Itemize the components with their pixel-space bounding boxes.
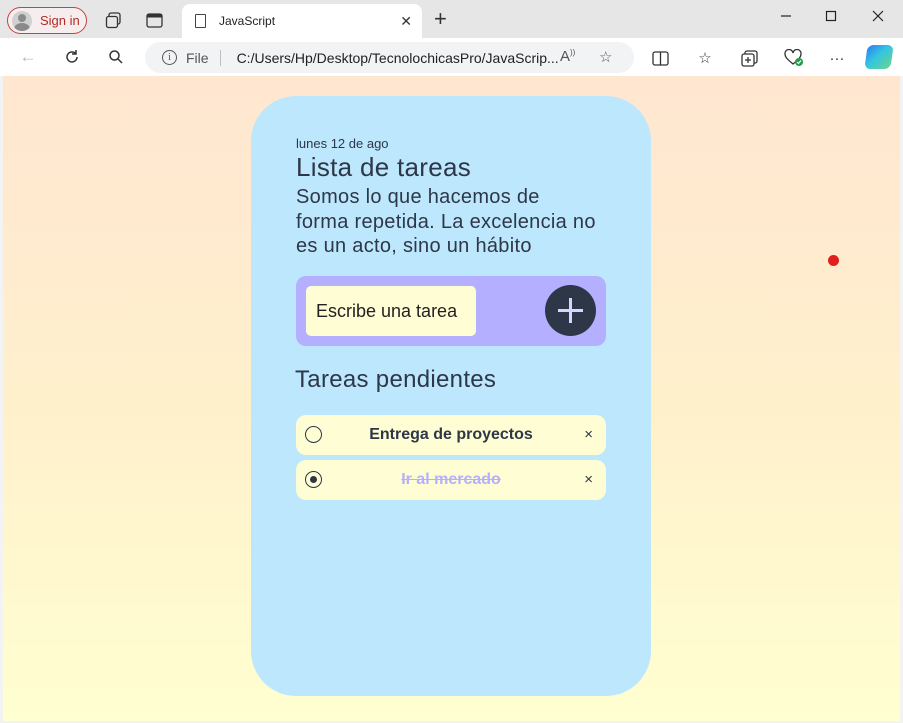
split-screen-icon[interactable]	[649, 47, 671, 69]
task-text: Entrega de proyectos	[369, 426, 533, 443]
close-window-icon[interactable]	[867, 5, 889, 27]
address-url: C:/Users/Hp/Desktop/TecnolochicasPro/Jav…	[236, 49, 559, 66]
task-item: Entrega de proyectos ×	[296, 415, 606, 455]
tab-title: JavaScript	[219, 14, 276, 28]
address-divider	[219, 49, 221, 66]
active-tab[interactable]: JavaScript ✕	[182, 4, 422, 38]
add-task-form	[296, 276, 606, 346]
favorite-star-icon[interactable]: ☆	[599, 48, 612, 66]
more-icon[interactable]: ···	[826, 47, 848, 69]
cursor-indicator-dot	[828, 255, 839, 266]
delete-task-icon[interactable]: ×	[584, 426, 593, 443]
radio-checked-dot	[309, 475, 317, 483]
browser-tab-bar: Sign in JavaScript ✕ +	[0, 0, 903, 38]
address-bar[interactable]: i File C:/Users/Hp/Desktop/Tecnolochicas…	[145, 42, 634, 73]
vertical-tabs-icon[interactable]	[143, 9, 165, 31]
document-icon	[195, 14, 206, 28]
delete-task-icon[interactable]: ×	[584, 471, 593, 488]
task-text-completed: Ir al mercado	[401, 471, 501, 488]
workspaces-icon[interactable]	[102, 9, 124, 31]
page-viewport: lunes 12 de ago Lista de tareas Somos lo…	[3, 76, 900, 721]
browser-toolbar: ← i File C:/Users/Hp/Desktop/Tecnolochic…	[0, 38, 903, 76]
sign-in-button[interactable]: Sign in	[7, 7, 87, 34]
info-icon[interactable]: i	[162, 50, 177, 65]
collections-icon[interactable]	[738, 47, 760, 69]
address-scheme: File	[186, 49, 209, 66]
read-aloud-icon[interactable]: A))	[560, 48, 575, 65]
sign-in-label: Sign in	[40, 13, 80, 28]
new-tab-icon[interactable]: +	[434, 8, 447, 30]
tab-close-icon[interactable]: ✕	[400, 13, 412, 30]
copilot-icon[interactable]	[864, 45, 894, 69]
browser-essentials-icon[interactable]	[783, 47, 805, 69]
task-input[interactable]	[306, 286, 476, 336]
task-item: Ir al mercado ×	[296, 460, 606, 500]
task-toggle-radio[interactable]	[305, 426, 322, 443]
motivational-quote: Somos lo que hacemos de forma repetida. …	[296, 186, 596, 257]
search-icon[interactable]	[104, 46, 128, 68]
profile-avatar-icon	[12, 10, 32, 31]
pending-tasks-heading: Tareas pendientes	[295, 366, 497, 393]
page-title: Lista de tareas	[296, 152, 472, 182]
refresh-icon[interactable]	[60, 46, 84, 68]
current-date: lunes 12 de ago	[296, 136, 389, 151]
back-icon[interactable]: ←	[16, 46, 40, 68]
todo-card: lunes 12 de ago Lista de tareas Somos lo…	[251, 96, 651, 696]
maximize-icon[interactable]	[820, 5, 842, 27]
minimize-icon[interactable]	[775, 5, 797, 27]
task-toggle-radio[interactable]	[305, 471, 322, 488]
add-task-button[interactable]	[545, 285, 596, 336]
favorites-icon[interactable]: ☆	[694, 47, 716, 69]
